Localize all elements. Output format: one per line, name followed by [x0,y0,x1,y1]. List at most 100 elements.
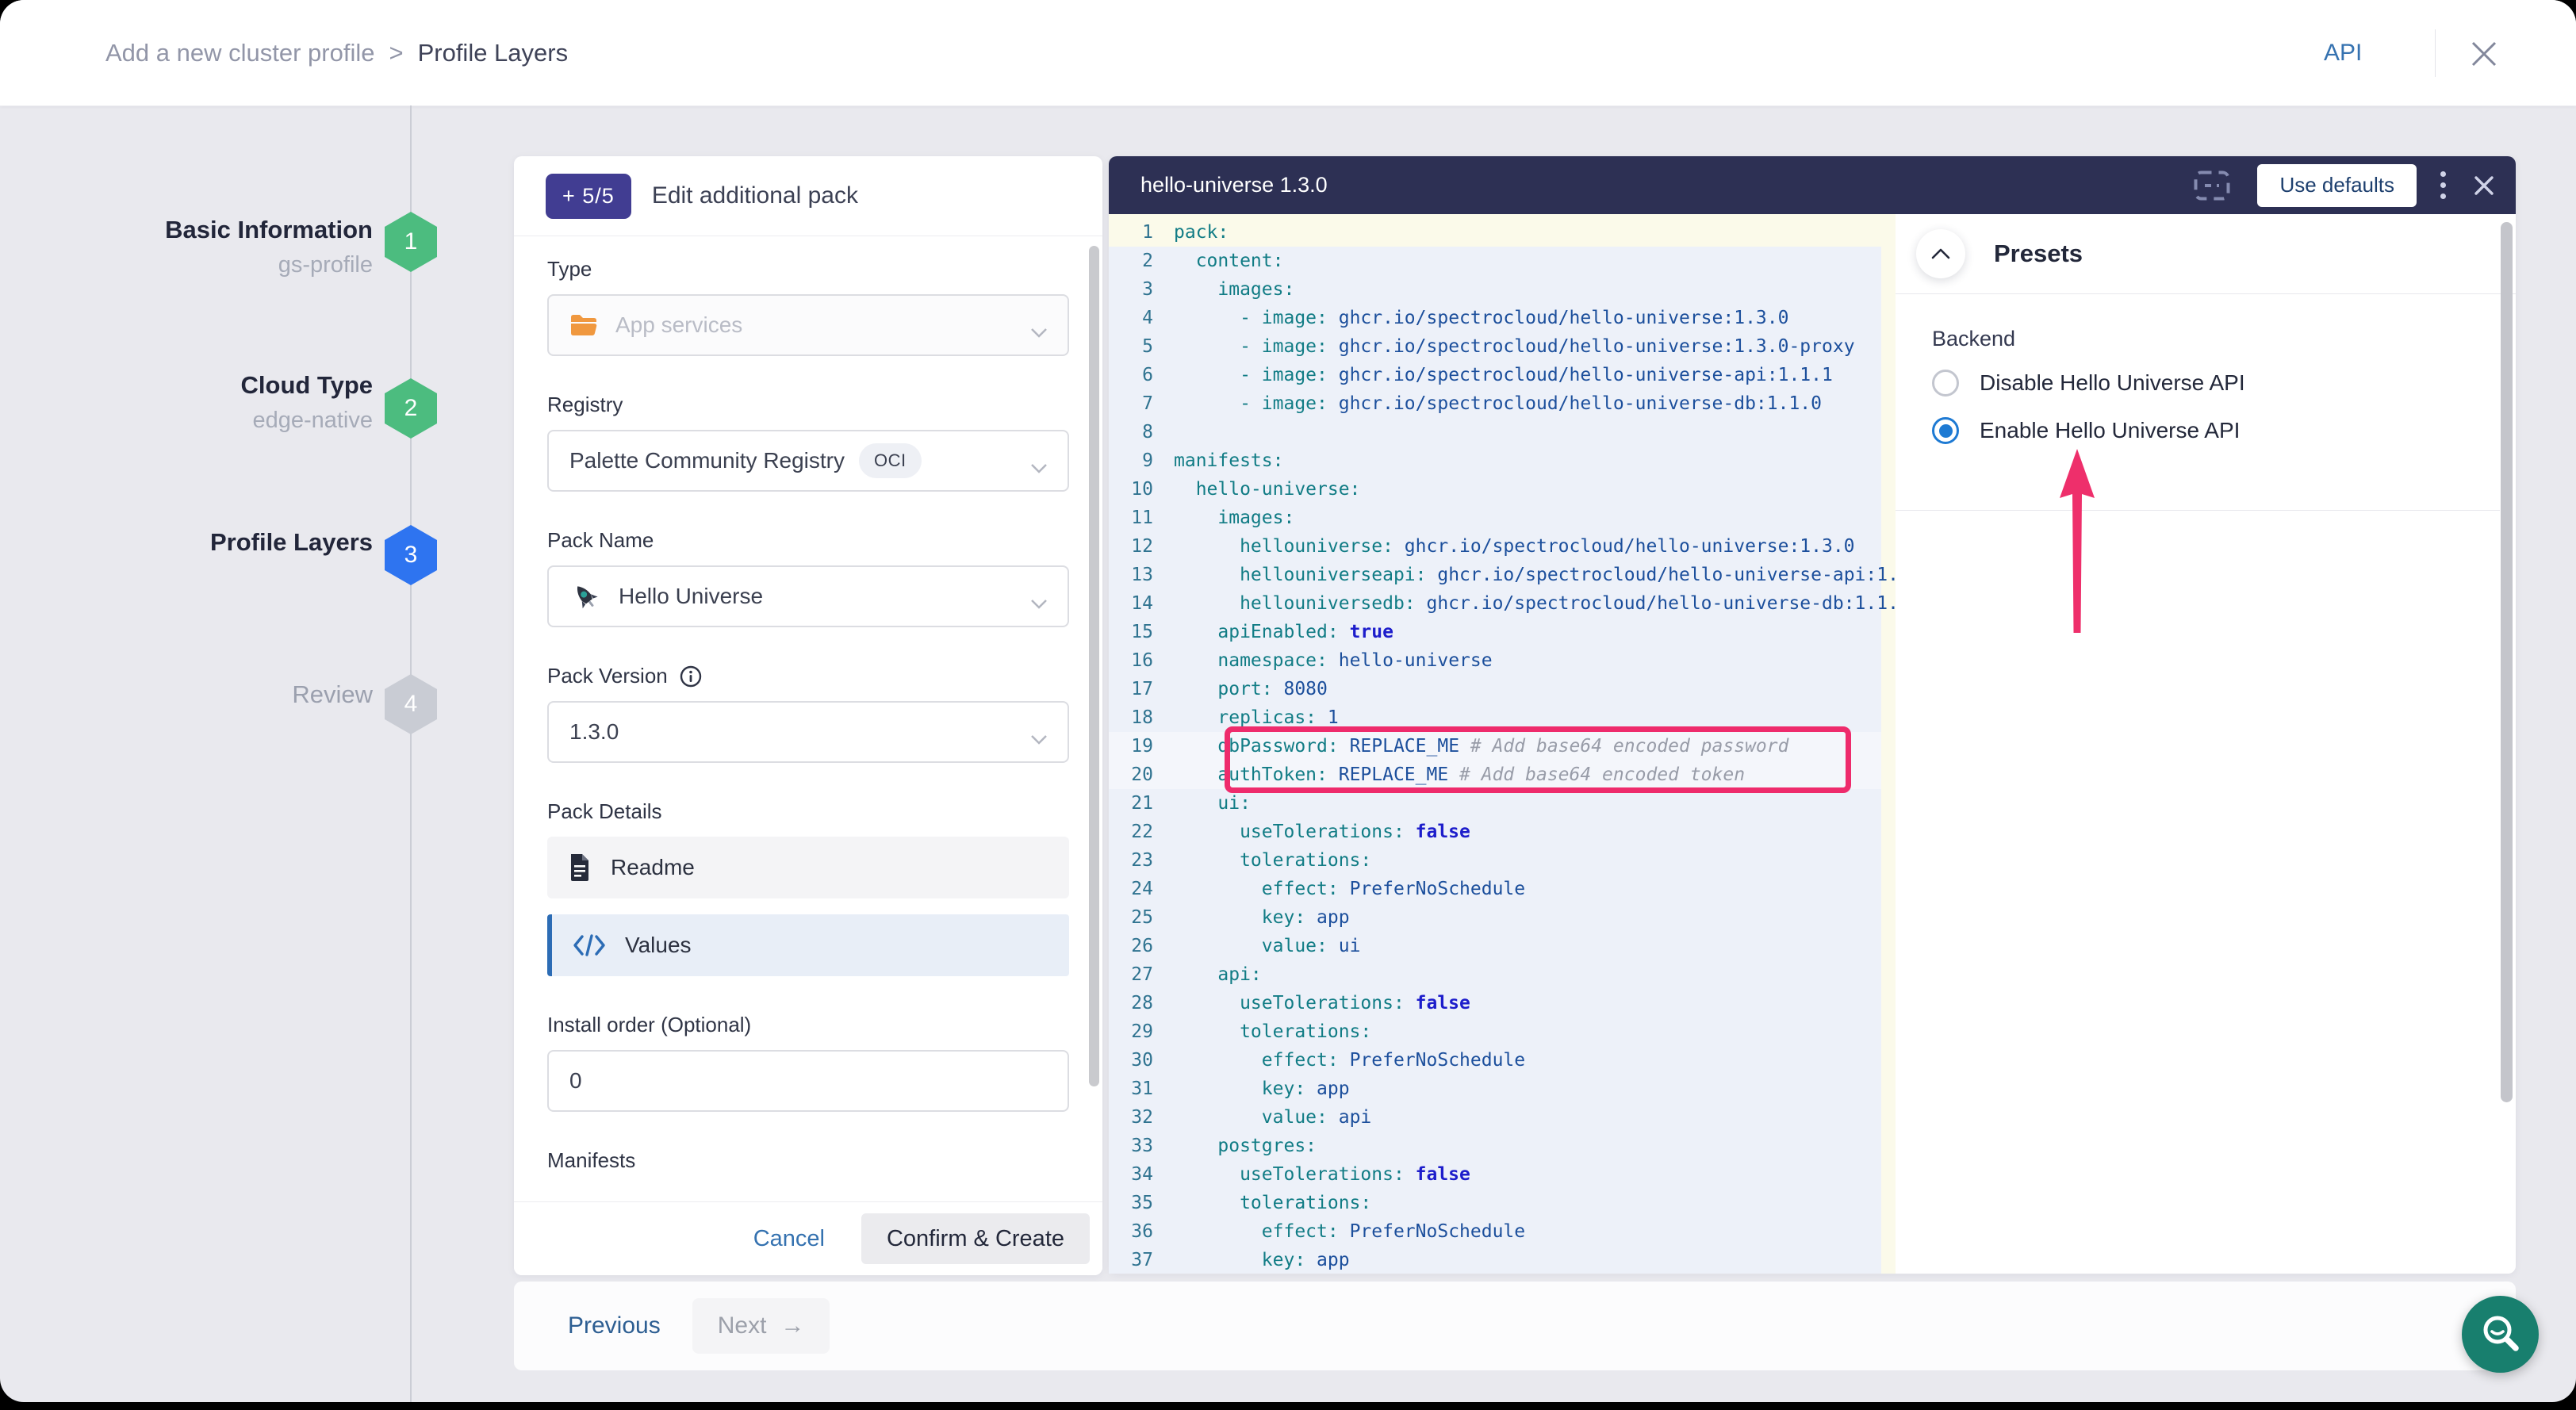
code-line: 16 namespace: hello-universe [1109,646,1896,675]
presets-scrollbar[interactable] [2501,222,2513,1102]
code-line: 37 key: app [1109,1246,1896,1274]
code-line: 4 - image: ghcr.io/spectrocloud/hello-un… [1109,304,1896,332]
code-line: 9manifests: [1109,446,1896,475]
code-line: 8 [1109,418,1896,446]
code-line: 17 port: 8080 [1109,675,1896,703]
next-button[interactable]: Next → [692,1298,830,1354]
preset-option-enable-api[interactable]: Enable Hello Universe API [1932,417,2240,444]
chevron-up-icon [1930,247,1951,261]
form-scrollbar[interactable] [1089,246,1099,1086]
pack-name-select[interactable]: Hello Universe [547,565,1069,627]
more-options-icon[interactable] [2440,171,2446,199]
pack-version-select[interactable]: 1.3.0 [547,701,1069,763]
code-line: 13 hellouniverseapi: ghcr.io/spectroclou… [1109,561,1896,589]
use-defaults-button[interactable]: Use defaults [2257,164,2417,207]
collapse-presets-button[interactable] [1916,229,1965,278]
confirm-create-button[interactable]: Confirm & Create [861,1213,1090,1264]
step-sublabel: gs-profile [165,252,373,278]
code-line: 36 effect: PreferNoSchedule [1109,1217,1896,1246]
presets-divider [1896,510,2500,511]
install-order-input[interactable]: 0 [547,1050,1069,1112]
radio-unselected-icon[interactable] [1932,370,1959,397]
step-cloud-type[interactable]: Cloud Type edge-native [241,371,373,434]
chevron-down-icon [1029,591,1048,616]
diff-view-icon[interactable] [2194,171,2230,201]
code-line: 27 api: [1109,960,1896,989]
step-label: Basic Information [165,216,373,244]
document-icon [568,853,592,883]
step-label: Cloud Type [241,371,373,400]
info-icon[interactable] [679,665,703,688]
radio-selected-icon[interactable] [1932,417,1959,444]
annotation-arrow-up [2059,449,2095,633]
code-line: 22 useTolerations: false [1109,818,1896,846]
topbar-divider [2435,29,2436,77]
values-tab[interactable]: Values [547,914,1069,976]
code-line: 2 content: [1109,247,1896,275]
step-4-hexagon: 4 [385,674,437,734]
registry-oci-badge: OCI [859,443,922,478]
code-line: 6 - image: ghcr.io/spectrocloud/hello-un… [1109,361,1896,389]
editor-title: hello-universe 1.3.0 [1140,173,1328,197]
presets-header: Presets [1896,214,2516,294]
close-icon[interactable] [2468,38,2500,70]
registry-select[interactable]: Palette Community Registry OCI [547,430,1069,492]
step-number: 2 [404,395,418,422]
presets-panel: Presets Backend Disable Hello Universe A… [1896,214,2516,1274]
step-2-hexagon[interactable]: 2 [385,378,437,439]
code-line: 11 images: [1109,504,1896,532]
app-window: Add a new cluster profile > Profile Laye… [0,0,2576,1402]
step-review[interactable]: Review [292,680,373,709]
cancel-button[interactable]: Cancel [749,1225,830,1253]
code-line: 10 hello-universe: [1109,475,1896,504]
pack-details-label: Pack Details [547,799,1069,824]
pack-values-panel: hello-universe 1.3.0 Use defaults 1pack:… [1109,156,2516,1274]
edit-pack-title: Edit additional pack [652,182,858,209]
code-line: 25 key: app [1109,903,1896,932]
step-1-hexagon[interactable]: 1 [385,212,437,272]
type-label: Type [547,257,1069,282]
stepper-connector-line [410,105,412,1402]
step-number: 3 [404,542,418,569]
pack-version-label: Pack Version [547,664,1069,688]
code-line: 35 tolerations: [1109,1189,1896,1217]
readme-tab[interactable]: Readme [547,837,1069,898]
code-line: 3 images: [1109,275,1896,304]
editor-header: hello-universe 1.3.0 Use defaults [1109,156,2516,214]
editor-close-icon[interactable] [2473,174,2495,197]
wizard-nav-bar: Previous Next → [514,1282,2516,1370]
step-profile-layers[interactable]: Profile Layers [210,528,373,557]
previous-button[interactable]: Previous [563,1312,665,1340]
preset-option-label: Enable Hello Universe API [1980,418,2240,443]
step-3-hexagon[interactable]: 3 [385,525,437,585]
registry-value: Palette Community Registry [569,448,845,473]
preset-option-disable-api[interactable]: Disable Hello Universe API [1932,370,2245,397]
code-line: 14 hellouniversedb: ghcr.io/spectrocloud… [1109,589,1896,618]
preset-option-label: Disable Hello Universe API [1980,370,2245,396]
chevron-down-icon [1029,726,1048,752]
code-line: 24 effect: PreferNoSchedule [1109,875,1896,903]
step-label: Profile Layers [210,528,373,557]
breadcrumb-link[interactable]: Add a new cluster profile [105,39,374,67]
type-select[interactable]: App services [547,294,1069,356]
code-line: 21 ui: [1109,789,1896,818]
install-order-value: 0 [569,1068,582,1094]
yaml-code-editor[interactable]: 1pack:2 content:3 images:4 - image: ghcr… [1109,214,1896,1274]
values-tab-label: Values [625,933,692,958]
code-line: 33 postgres: [1109,1132,1896,1160]
registry-label: Registry [547,393,1069,417]
form-action-bar: Cancel Confirm & Create [514,1201,1102,1275]
code-line: 12 hellouniverse: ghcr.io/spectrocloud/h… [1109,532,1896,561]
api-link[interactable]: API [2324,0,2362,105]
manifests-label: Manifests [547,1148,1069,1173]
edit-pack-form: Type App services Registry Palette Commu… [514,236,1102,1202]
feedback-magnifier-button[interactable] [2462,1296,2539,1373]
next-button-label: Next [718,1312,767,1339]
code-line: 20 authToken: REPLACE_ME # Add base64 en… [1109,761,1896,789]
readme-tab-label: Readme [611,855,695,880]
top-bar: Add a new cluster profile > Profile Laye… [0,0,2576,106]
page-title: Profile Layers [418,39,569,67]
chevron-down-icon [1029,455,1048,481]
step-basic-information[interactable]: Basic Information gs-profile [165,216,373,278]
code-line: 34 useTolerations: false [1109,1160,1896,1189]
